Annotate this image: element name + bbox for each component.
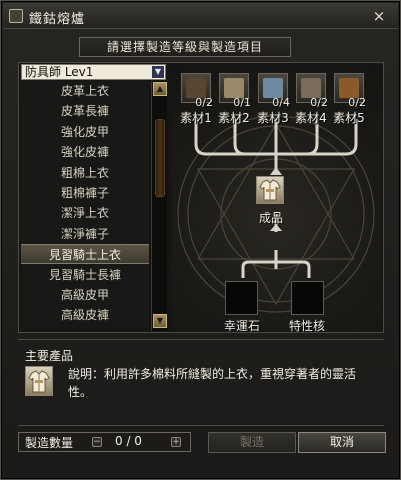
scroll-up-icon[interactable]: ▲ bbox=[153, 82, 167, 96]
list-item[interactable]: 強化皮褲 bbox=[21, 142, 149, 162]
list-item[interactable]: 高級皮褲 bbox=[21, 305, 149, 325]
luck-stone-slot[interactable] bbox=[225, 281, 258, 315]
craft-level-value: 防具師 Lev1 bbox=[25, 65, 94, 79]
scroll-down-icon[interactable]: ▼ bbox=[153, 314, 167, 328]
shirt-icon bbox=[259, 179, 281, 201]
material-icon bbox=[224, 78, 244, 98]
title-bar[interactable]: 鐵鈷熔爐 × bbox=[3, 3, 398, 29]
main-product-title: 主要產品 bbox=[25, 349, 74, 363]
material-label: 素材1 bbox=[180, 111, 212, 125]
chevron-down-icon[interactable]: ▼ bbox=[152, 66, 164, 78]
selection-prompt: 請選擇製造等級與製造項目 bbox=[79, 37, 291, 57]
quantity-label: 製造數量 bbox=[25, 436, 74, 450]
trait-core-slot[interactable] bbox=[291, 281, 324, 315]
craft-button[interactable]: 製造 bbox=[208, 432, 296, 453]
list-item[interactable]: 見習騎士上衣 bbox=[21, 244, 149, 265]
list-item[interactable]: 皮革上衣 bbox=[21, 81, 149, 101]
list-item[interactable]: 高級皮甲 bbox=[21, 285, 149, 305]
cancel-button[interactable]: 取消 bbox=[298, 432, 386, 453]
quantity-value: 0 / 0 bbox=[115, 434, 142, 448]
main-product-icon bbox=[25, 366, 53, 396]
material-icon bbox=[263, 78, 283, 98]
list-scrollbar[interactable]: ▲ ▼ bbox=[151, 81, 167, 331]
list-item[interactable]: 粗棉上衣 bbox=[21, 163, 149, 183]
material-count: 0/2 bbox=[310, 96, 328, 109]
list-item[interactable]: 強化皮甲 bbox=[21, 122, 149, 142]
list-item[interactable]: 見習騎士長褲 bbox=[21, 265, 149, 285]
list-item[interactable]: 潔淨上衣 bbox=[21, 203, 149, 223]
material-icon bbox=[186, 78, 206, 98]
shirt-icon bbox=[28, 370, 50, 393]
trait-core-label: 特性核 bbox=[288, 319, 325, 333]
close-icon[interactable]: × bbox=[370, 7, 388, 25]
product-label: 成品 bbox=[258, 211, 283, 225]
increase-quantity-icon[interactable]: + bbox=[171, 437, 181, 447]
list-item[interactable]: 潔淨褲子 bbox=[21, 224, 149, 244]
product-description: 說明：利用許多棉料所縫製的上衣，重視穿著者的靈活性。 bbox=[68, 367, 357, 399]
divider bbox=[18, 339, 384, 340]
material-label: 素材2 bbox=[218, 111, 250, 125]
material-label: 素材5 bbox=[333, 111, 365, 125]
decrease-quantity-icon[interactable]: − bbox=[92, 437, 102, 447]
window-title: 鐵鈷熔爐 bbox=[29, 12, 86, 27]
material-label: 素材4 bbox=[295, 111, 327, 125]
window-icon bbox=[9, 9, 23, 23]
divider bbox=[18, 425, 384, 426]
material-count: 0/4 bbox=[272, 96, 290, 109]
material-count: 0/2 bbox=[195, 96, 213, 109]
scroll-thumb[interactable] bbox=[155, 119, 165, 197]
craft-item-list: 皮革上衣 皮革長褲 強化皮甲 強化皮褲 粗棉上衣 粗棉褲子 潔淨上衣 潔淨褲子 見習騎士上衣 見習… bbox=[21, 81, 149, 329]
material-label: 素材3 bbox=[257, 111, 289, 125]
material-icon bbox=[301, 78, 321, 98]
material-count: 0/1 bbox=[233, 96, 251, 109]
material-count: 0/2 bbox=[348, 96, 366, 109]
luck-stone-label: 幸運石 bbox=[223, 319, 260, 333]
list-item[interactable]: 粗棉褲子 bbox=[21, 183, 149, 203]
product-slot[interactable] bbox=[256, 176, 284, 204]
crafting-window: 鐵鈷熔爐 × 請選擇製造等級與製造項目 防具師 Lev1 ▼ 皮革上衣 皮革長褲強… bbox=[0, 0, 401, 480]
list-item[interactable]: 皮革長褲 bbox=[21, 101, 149, 121]
craft-level-dropdown[interactable]: 防具師 Lev1 ▼ bbox=[21, 64, 166, 80]
material-icon bbox=[339, 78, 359, 98]
